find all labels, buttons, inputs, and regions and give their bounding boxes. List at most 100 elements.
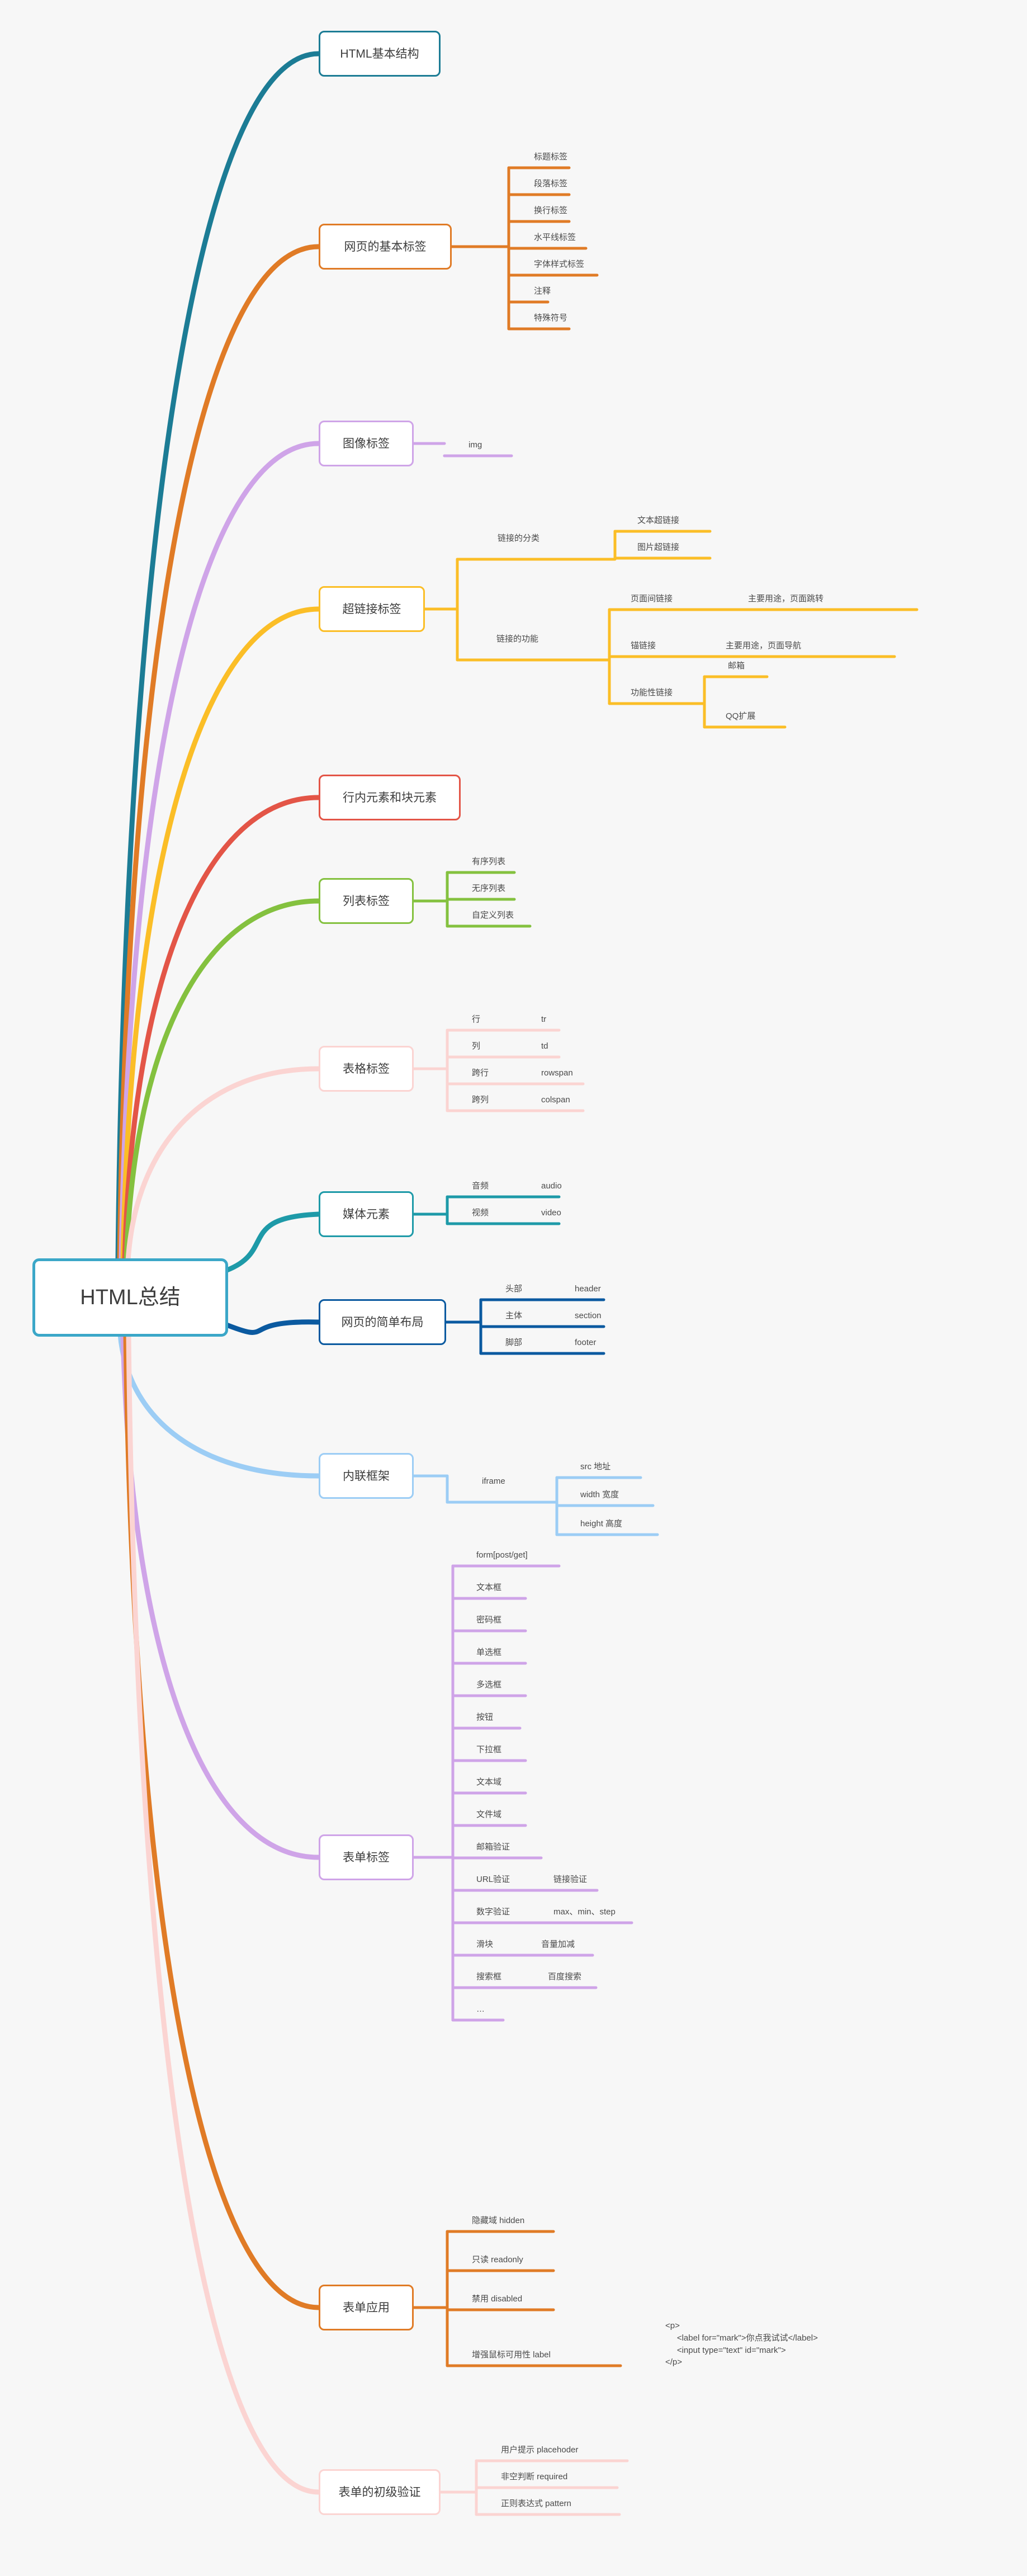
branch-node-6[interactable]: 列表标签 bbox=[319, 878, 414, 924]
leaf-note-11-11[interactable]: 链接验证 bbox=[553, 1875, 587, 1884]
leaf-label-6-2[interactable]: 无序列表 bbox=[472, 884, 505, 893]
leaf-label-12-3[interactable]: 禁用 disabled bbox=[472, 2294, 522, 2304]
leaf-label-12-2[interactable]: 只读 readonly bbox=[472, 2255, 523, 2264]
branch-node-8[interactable]: 媒体元素 bbox=[319, 1191, 414, 1237]
node-label: 行内元素和块元素 bbox=[343, 791, 437, 804]
leaf-label-12-4[interactable]: 增强鼠标可用性 label bbox=[472, 2350, 551, 2360]
leaf-label-2-4[interactable]: 水平线标签 bbox=[534, 233, 576, 242]
branch-node-2[interactable]: 网页的基本标签 bbox=[319, 224, 452, 270]
leaf-label-9-2[interactable]: 主体 bbox=[505, 1311, 522, 1320]
leaf-label-2-2[interactable]: 段落标签 bbox=[534, 179, 567, 188]
branch-node-12[interactable]: 表单应用 bbox=[319, 2285, 414, 2330]
node-label: 列表标签 bbox=[343, 894, 390, 908]
leaf-label-10-1-3[interactable]: height 高度 bbox=[580, 1519, 622, 1528]
leaf-note-11-13[interactable]: 音量加减 bbox=[541, 1940, 575, 1949]
leaf-label-12-1[interactable]: 隐藏域 hidden bbox=[472, 2216, 524, 2225]
leaf-note-11-14[interactable]: 百度搜索 bbox=[548, 1972, 581, 1981]
leaf-label-11-9[interactable]: 文件域 bbox=[476, 1810, 501, 1819]
leaf-label-9-1[interactable]: 头部 bbox=[505, 1284, 522, 1294]
leaf-label-4-2-3[interactable]: 功能性链接 bbox=[631, 688, 673, 697]
leaf-label-4-2-3-1[interactable]: 邮箱 bbox=[728, 661, 745, 671]
leaf-label-11-5[interactable]: 多选框 bbox=[476, 1680, 501, 1690]
leaf-label-11-2[interactable]: 文本框 bbox=[476, 1583, 501, 1592]
leaf-note-9-1[interactable]: header bbox=[575, 1284, 601, 1294]
leaf-label-11-8[interactable]: 文本域 bbox=[476, 1777, 501, 1787]
leaf-label-7-3[interactable]: 跨行 bbox=[472, 1068, 489, 1078]
leaf-label-11-3[interactable]: 密码框 bbox=[476, 1615, 501, 1625]
node-label: 图像标签 bbox=[343, 437, 390, 450]
leaf-label-11-1[interactable]: form[post/get] bbox=[476, 1550, 528, 1560]
leaf-label-6-1[interactable]: 有序列表 bbox=[472, 857, 505, 866]
leaf-label-11-6[interactable]: 按钮 bbox=[476, 1712, 493, 1722]
leaf-label-4-1-1[interactable]: 文本超链接 bbox=[637, 516, 679, 525]
leaf-note-7-3[interactable]: rowspan bbox=[541, 1068, 573, 1078]
leaf-note-4-2-1[interactable]: 主要用途，页面跳转 bbox=[748, 594, 824, 603]
node-label: HTML总结 bbox=[80, 1286, 181, 1309]
branch-node-10[interactable]: 内联框架 bbox=[319, 1453, 414, 1499]
leaf-label-13-2[interactable]: 非空判断 required bbox=[501, 2472, 567, 2481]
node-label: 超链接标签 bbox=[342, 602, 401, 616]
leaf-label-2-6[interactable]: 注释 bbox=[534, 286, 551, 296]
node-label: HTML基本结构 bbox=[340, 47, 419, 60]
leaf-label-7-1[interactable]: 行 bbox=[472, 1015, 480, 1024]
leaf-label-8-1[interactable]: 音频 bbox=[472, 1181, 489, 1191]
leaf-label-9-3[interactable]: 脚部 bbox=[505, 1338, 522, 1347]
leaf-label-11-15[interactable]: … bbox=[476, 2004, 485, 2014]
code-sample-12: <p> <label for="mark">你点我试试</label> <inp… bbox=[665, 2321, 818, 2367]
leaf-label-3-1[interactable]: img bbox=[468, 440, 482, 450]
leaf-label-10-1-1[interactable]: src 地址 bbox=[580, 1462, 610, 1471]
leaf-label-10-1-2[interactable]: width 宽度 bbox=[580, 1490, 619, 1499]
node-label: 网页的基本标签 bbox=[344, 240, 427, 253]
branch-node-7[interactable]: 表格标签 bbox=[319, 1046, 414, 1092]
leaf-note-7-1[interactable]: tr bbox=[541, 1015, 546, 1024]
branch-node-13[interactable]: 表单的初级验证 bbox=[319, 2469, 441, 2515]
leaf-label-11-7[interactable]: 下拉框 bbox=[476, 1745, 501, 1754]
branch-node-5[interactable]: 行内元素和块元素 bbox=[319, 775, 461, 820]
leaf-label-4-2-2[interactable]: 锚链接 bbox=[631, 641, 656, 650]
leaf-label-4-2-1[interactable]: 页面间链接 bbox=[631, 594, 673, 603]
leaf-label-11-12[interactable]: 数字验证 bbox=[476, 1907, 510, 1917]
node-label: 表单应用 bbox=[343, 2301, 390, 2314]
leaf-label-4-1[interactable]: 链接的分类 bbox=[498, 534, 539, 543]
leaf-label-7-4[interactable]: 跨列 bbox=[472, 1095, 489, 1105]
leaf-label-11-13[interactable]: 滑块 bbox=[476, 1940, 493, 1949]
branch-node-11[interactable]: 表单标签 bbox=[319, 1834, 414, 1880]
branch-node-4[interactable]: 超链接标签 bbox=[319, 586, 425, 632]
root-node[interactable]: HTML总结 bbox=[32, 1258, 228, 1337]
leaf-label-4-2[interactable]: 链接的功能 bbox=[496, 634, 538, 644]
node-label: 网页的简单布局 bbox=[341, 1315, 424, 1329]
leaf-label-4-1-2[interactable]: 图片超链接 bbox=[637, 542, 679, 552]
leaf-note-11-12[interactable]: max、min、step bbox=[553, 1907, 616, 1917]
leaf-label-13-1[interactable]: 用户提示 placehoder bbox=[501, 2445, 578, 2455]
leaf-label-11-11[interactable]: URL验证 bbox=[476, 1875, 510, 1884]
leaf-label-2-3[interactable]: 换行标签 bbox=[534, 206, 567, 215]
leaf-label-11-4[interactable]: 单选框 bbox=[476, 1648, 501, 1657]
leaf-label-4-2-3-2[interactable]: QQ扩展 bbox=[726, 711, 755, 721]
leaf-label-6-3[interactable]: 自定义列表 bbox=[472, 910, 514, 920]
leaf-label-2-5[interactable]: 字体样式标签 bbox=[534, 260, 584, 269]
node-label: 媒体元素 bbox=[343, 1207, 390, 1221]
leaf-note-9-2[interactable]: section bbox=[575, 1311, 602, 1320]
node-label: 表单的初级验证 bbox=[338, 2485, 421, 2499]
leaf-label-7-2[interactable]: 列 bbox=[472, 1041, 480, 1051]
node-label: 表格标签 bbox=[343, 1062, 390, 1075]
leaf-note-7-4[interactable]: colspan bbox=[541, 1095, 570, 1105]
leaf-note-7-2[interactable]: td bbox=[541, 1041, 548, 1051]
leaf-label-2-7[interactable]: 特殊符号 bbox=[534, 313, 567, 323]
leaf-label-2-1[interactable]: 标题标签 bbox=[534, 152, 567, 162]
mindmap-canvas: HTML总结 HTML基本结构网页的基本标签 标题标签段落标签换行标签水平线标签字体… bbox=[0, 0, 1027, 2576]
branch-node-9[interactable]: 网页的简单布局 bbox=[319, 1299, 446, 1345]
leaf-label-11-10[interactable]: 邮箱验证 bbox=[476, 1842, 510, 1852]
leaf-note-8-1[interactable]: audio bbox=[541, 1181, 562, 1191]
leaf-label-13-3[interactable]: 正则表达式 pattern bbox=[501, 2499, 571, 2508]
leaf-label-8-2[interactable]: 视频 bbox=[472, 1208, 489, 1218]
leaf-note-4-2-2[interactable]: 主要用途，页面导航 bbox=[726, 641, 801, 650]
branch-node-1[interactable]: HTML基本结构 bbox=[319, 31, 441, 77]
node-label: 内联框架 bbox=[343, 1469, 390, 1483]
node-label: 表单标签 bbox=[343, 1851, 390, 1864]
branch-node-3[interactable]: 图像标签 bbox=[319, 421, 414, 466]
leaf-label-10-1[interactable]: iframe bbox=[482, 1476, 505, 1486]
leaf-note-9-3[interactable]: footer bbox=[575, 1338, 596, 1347]
leaf-note-8-2[interactable]: video bbox=[541, 1208, 561, 1218]
leaf-label-11-14[interactable]: 搜索框 bbox=[476, 1972, 501, 1981]
